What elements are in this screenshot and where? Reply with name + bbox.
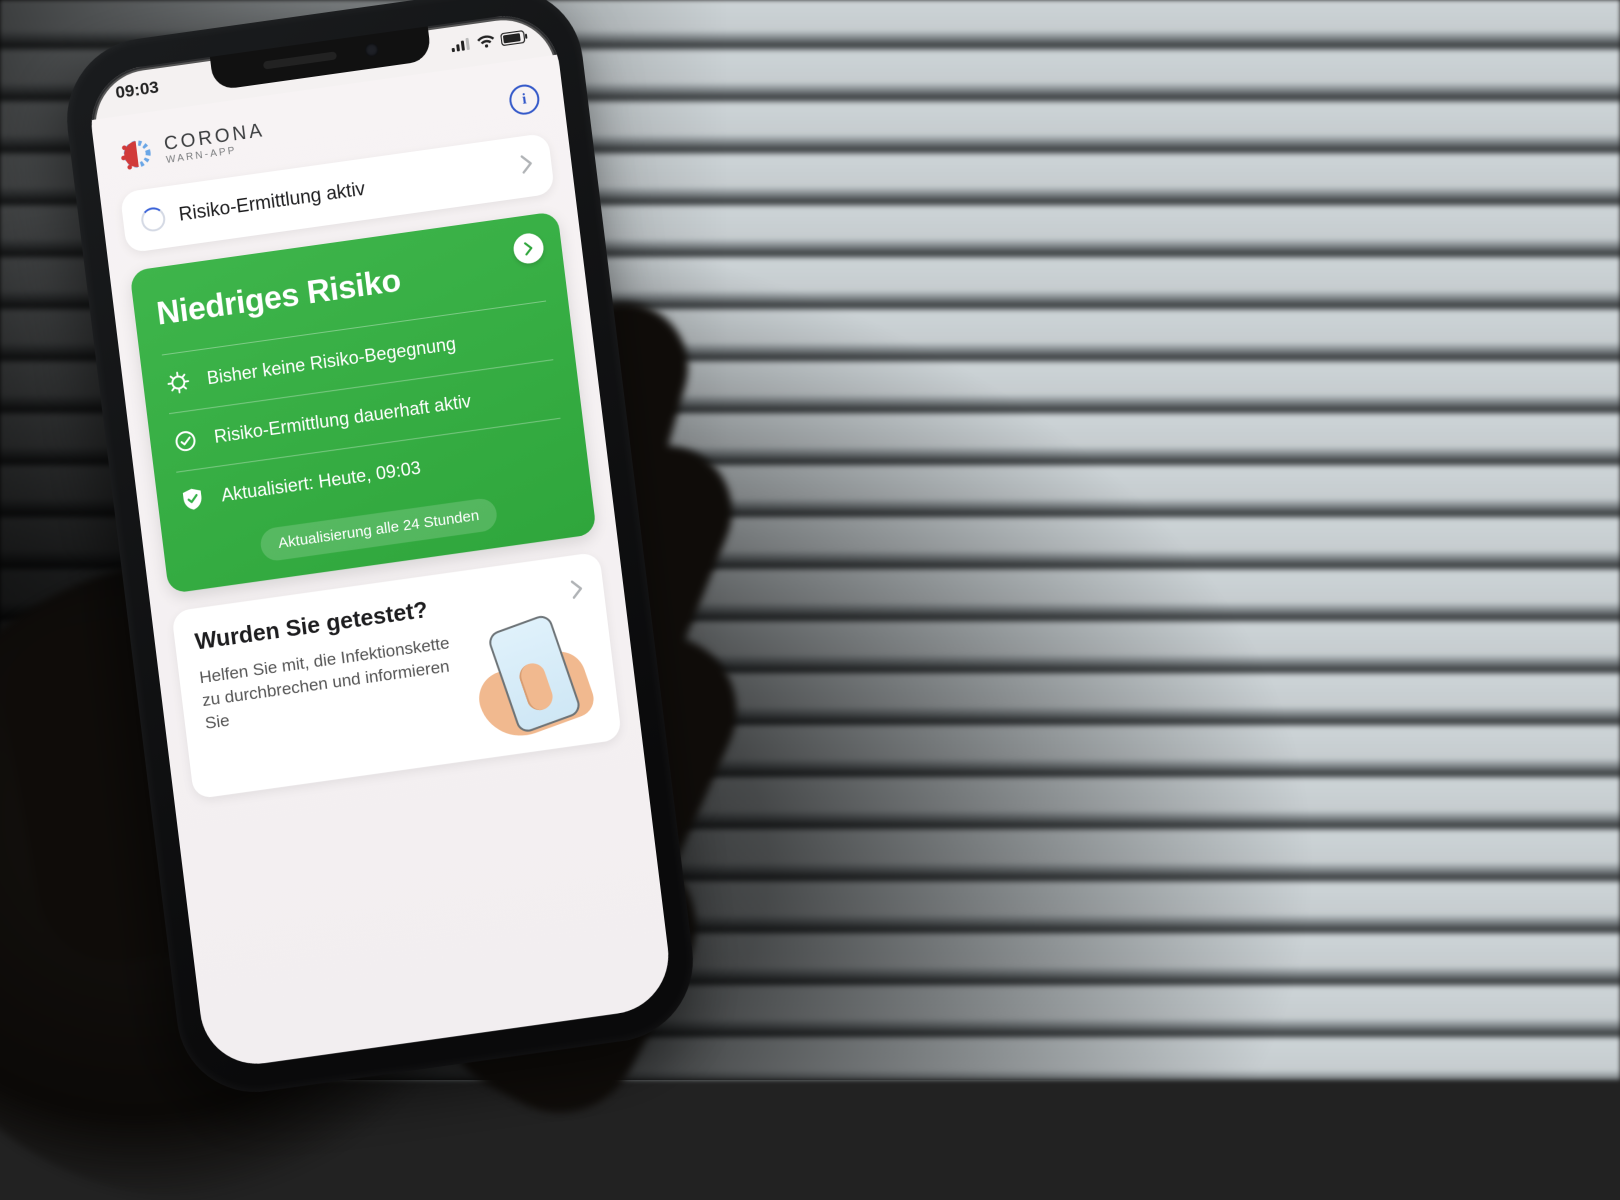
chevron-right-icon bbox=[519, 153, 535, 180]
battery-icon bbox=[500, 29, 528, 46]
tested-card[interactable]: Wurden Sie getestet? Helfen Sie mit, die… bbox=[171, 552, 622, 800]
chevron-right-icon bbox=[569, 578, 585, 605]
status-time: 09:03 bbox=[114, 77, 159, 103]
wifi-icon bbox=[476, 34, 495, 49]
app-logo-icon bbox=[117, 134, 157, 175]
spinner-icon bbox=[140, 205, 167, 232]
status-icons bbox=[451, 29, 529, 53]
virus-icon bbox=[164, 368, 193, 397]
phone-screen: 09:03 bbox=[85, 9, 675, 1071]
hand-phone-illustration-icon bbox=[468, 613, 600, 739]
info-button[interactable]: i bbox=[508, 83, 541, 117]
risk-item-text: Aktualisiert: Heute, 09:03 bbox=[220, 456, 422, 506]
app-content: CORONA WARN-APP i Risiko-Ermittlung akti… bbox=[91, 54, 675, 1071]
shield-icon bbox=[178, 485, 207, 514]
tested-body-text: Helfen Sie mit, die Infektionskette zu d… bbox=[198, 632, 465, 777]
exposure-logging-label: Risiko-Ermittlung aktiv bbox=[178, 178, 367, 226]
app-brand: CORONA WARN-APP bbox=[117, 118, 267, 174]
check-circle-icon bbox=[171, 426, 200, 455]
risk-card[interactable]: Niedriges Risiko Bisher keine bbox=[129, 211, 596, 594]
cellular-icon bbox=[451, 38, 472, 53]
